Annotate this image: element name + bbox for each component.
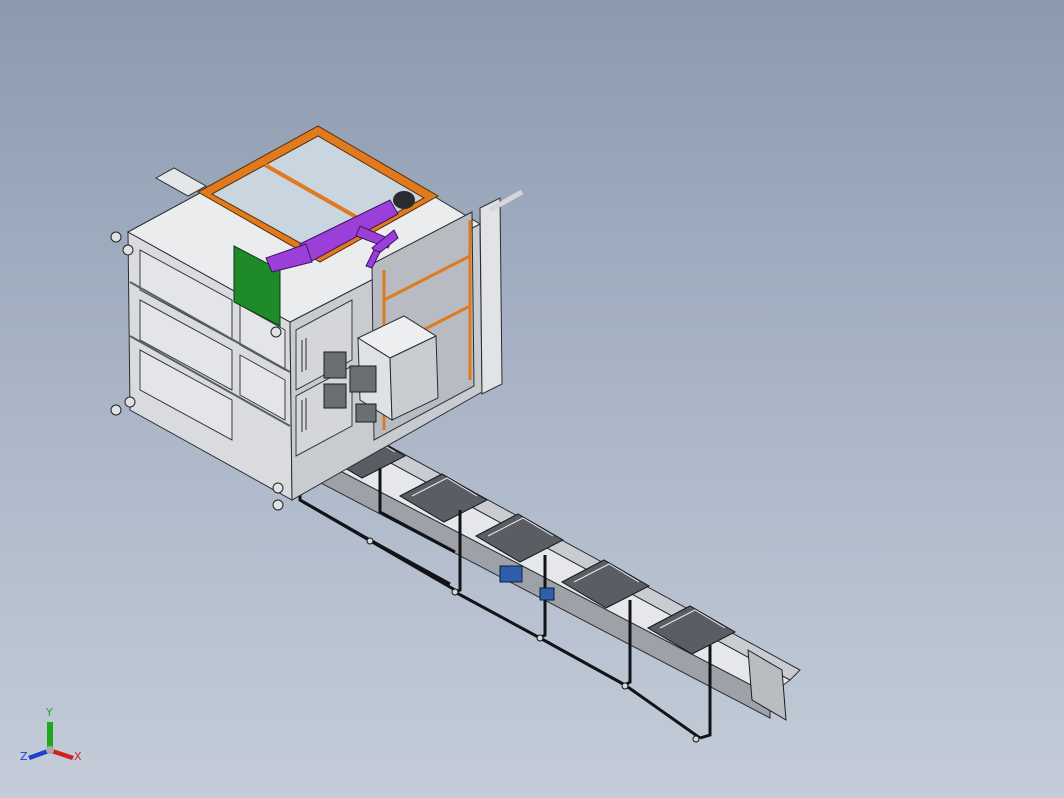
triad-y-axis	[47, 722, 53, 748]
cad-viewport[interactable]: X Y Z	[0, 0, 1064, 798]
test-cabinet[interactable]	[110, 125, 524, 511]
conveyor-side-rail	[295, 447, 771, 719]
triad-graphic: X Y Z	[20, 706, 82, 763]
conveyor-far-rail	[328, 421, 801, 681]
triad-y-label: Y	[45, 706, 53, 719]
triad-origin	[46, 746, 54, 754]
cad-model-scene[interactable]	[0, 0, 1064, 798]
coordinate-triad[interactable]: X Y Z	[14, 700, 94, 780]
conveyor-line[interactable]	[294, 421, 801, 743]
triad-x-label: X	[74, 750, 82, 763]
triad-z-label: Z	[20, 750, 28, 763]
conveyor-modules	[316, 429, 737, 655]
